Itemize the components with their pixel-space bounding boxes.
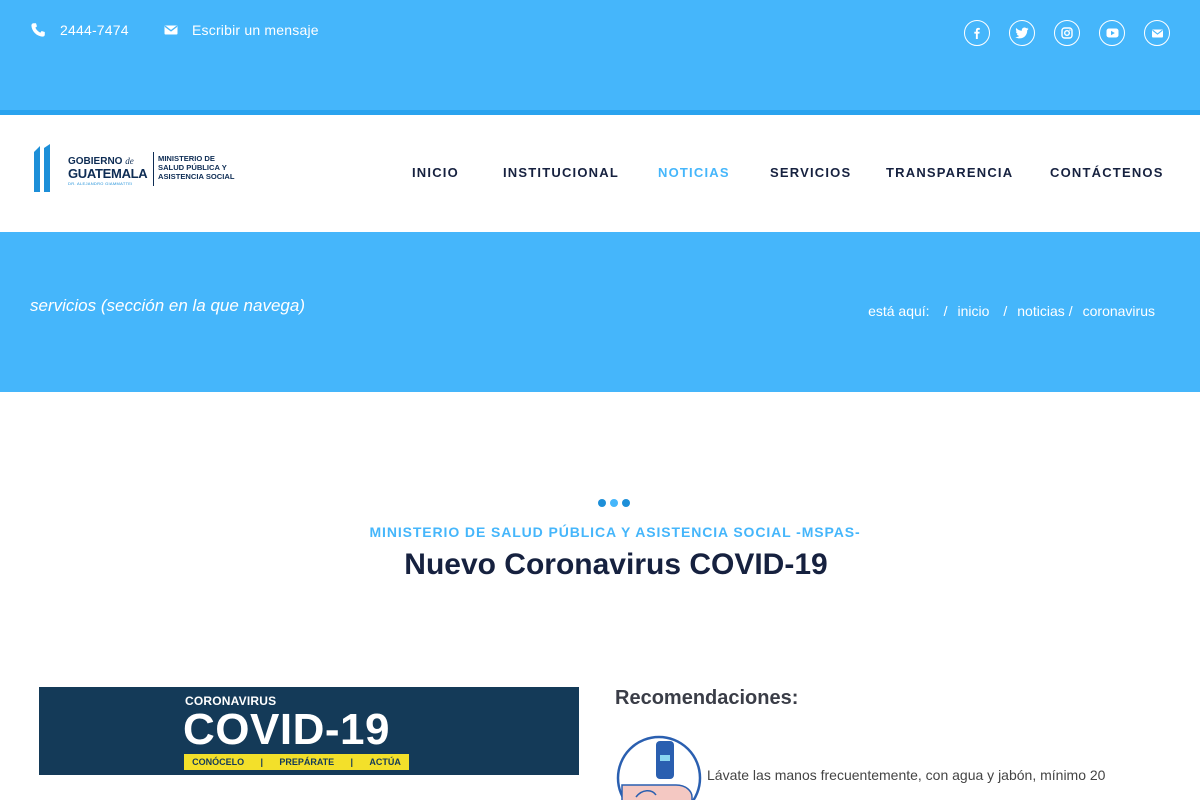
- breadcrumb-separator: /: [943, 303, 948, 319]
- page-banner: servicios (sección en la que navega) est…: [0, 232, 1200, 392]
- breadcrumb-label: está aquí:: [868, 303, 930, 319]
- breadcrumb: está aquí: / inicio / noticias / coronav…: [868, 303, 1155, 319]
- nav-item-inicio[interactable]: INICIO: [412, 165, 459, 180]
- breadcrumb-noticias[interactable]: noticias: [1017, 303, 1064, 319]
- email-icon[interactable]: [1144, 20, 1170, 46]
- covid-banner-image: CORONAVIRUS COVID-19 CONÓCELO | PREPÁRAT…: [39, 687, 579, 775]
- logo-ministry: MINISTERIO DE SALUD PÚBLICA Y ASISTENCIA…: [158, 154, 235, 181]
- decorative-dots: [598, 499, 634, 507]
- phone-number[interactable]: 2444-7474: [60, 22, 129, 38]
- nav-item-contactenos[interactable]: CONTÁCTENOS: [1050, 165, 1164, 180]
- nav-item-transparencia[interactable]: TRANSPARENCIA: [886, 165, 1013, 180]
- nav-item-institucional[interactable]: INSTITUCIONAL: [503, 165, 619, 180]
- logo-divider: [153, 152, 154, 186]
- nav-item-servicios[interactable]: SERVICIOS: [770, 165, 851, 180]
- instagram-icon[interactable]: [1054, 20, 1080, 46]
- logo-subtitle: DR. ALEJANDRO GIAMMATTEI: [68, 181, 133, 186]
- recommendations-title: Recomendaciones:: [615, 687, 799, 709]
- breadcrumb-separator: /: [1068, 303, 1073, 319]
- nav-item-noticias[interactable]: NOTICIAS: [658, 165, 730, 180]
- covid-banner-main: COVID-19: [183, 705, 390, 754]
- section-kicker: MINISTERIO DE SALUD PÚBLICA Y ASISTENCIA…: [369, 524, 861, 540]
- social-links: [964, 20, 1170, 46]
- phone-contact[interactable]: 2444-7474: [30, 22, 129, 38]
- breadcrumb-inicio[interactable]: inicio: [957, 303, 989, 319]
- youtube-icon[interactable]: [1099, 20, 1125, 46]
- twitter-icon[interactable]: [1009, 20, 1035, 46]
- message-link[interactable]: Escribir un mensaje: [192, 22, 319, 38]
- breadcrumb-coronavirus: coronavirus: [1082, 303, 1155, 319]
- hand-washing-icon: [616, 735, 702, 800]
- facebook-icon[interactable]: [964, 20, 990, 46]
- logo-bars-icon: [34, 144, 50, 192]
- phone-icon: [31, 23, 45, 37]
- recommendation-text: Lávate las manos frecuentemente, con agu…: [707, 767, 1106, 783]
- covid-banner-strip: CONÓCELO | PREPÁRATE | ACTÚA: [184, 754, 409, 770]
- top-bar: 2444-7474 Escribir un mensaje: [0, 0, 1200, 110]
- page-title: servicios (sección en la que navega): [30, 296, 305, 315]
- breadcrumb-separator: /: [1003, 303, 1008, 319]
- message-contact[interactable]: Escribir un mensaje: [164, 22, 319, 38]
- main-navbar: GOBIERNO de GUATEMALA DR. ALEJANDRO GIAM…: [0, 115, 1200, 232]
- envelope-icon: [164, 25, 178, 35]
- logo-guatemala: GUATEMALA: [68, 166, 148, 181]
- government-logo[interactable]: GOBIERNO de GUATEMALA DR. ALEJANDRO GIAM…: [33, 144, 248, 194]
- section-headline: Nuevo Coronavirus COVID-19: [404, 548, 828, 581]
